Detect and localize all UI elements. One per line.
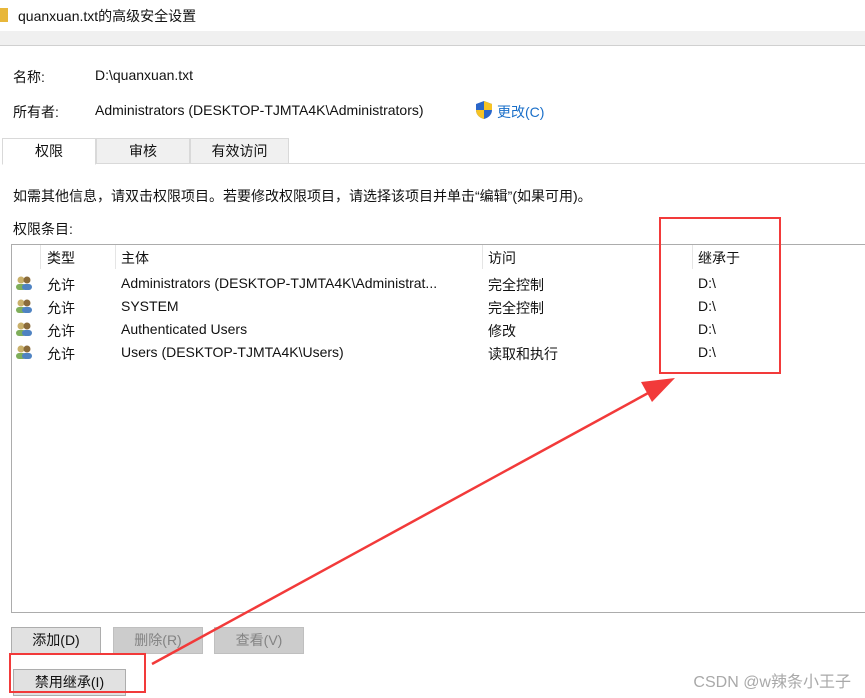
watermark: CSDN @w辣条小王子 xyxy=(693,674,851,691)
annotation-arrow xyxy=(151,378,675,666)
